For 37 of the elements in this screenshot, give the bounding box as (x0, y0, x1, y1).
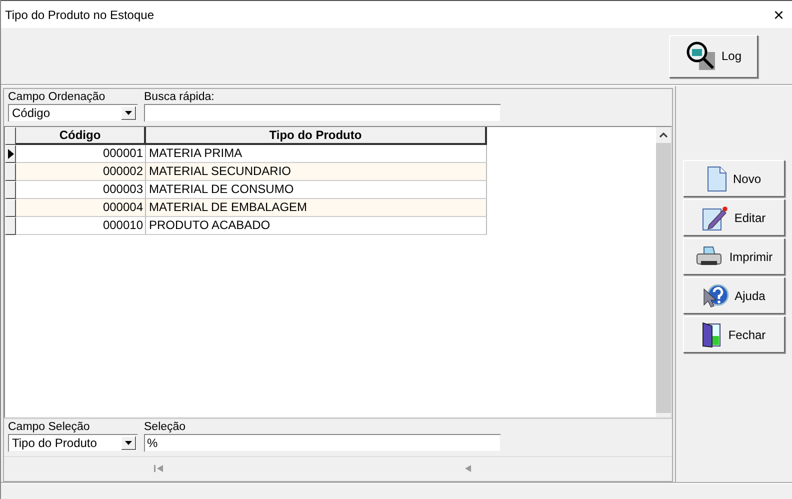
help-icon (702, 282, 729, 308)
print-button[interactable]: Imprimir (683, 238, 785, 275)
edit-button[interactable]: Editar (683, 199, 785, 236)
table-cell: MATERIAL SECUNDARIO (146, 163, 487, 181)
table-cell: 000004 (16, 199, 146, 217)
selection-field-dropdown[interactable]: Tipo do Produto (8, 434, 138, 452)
field-label: Seleção (144, 421, 187, 434)
field-label: Busca rápida: (144, 91, 216, 104)
new-button[interactable]: Novo (683, 160, 785, 197)
table-cell: 000010 (16, 217, 146, 235)
close-button[interactable]: Fechar (683, 316, 785, 353)
table-cell: 000002 (16, 163, 146, 181)
log-button[interactable]: Log (669, 34, 758, 78)
scroll-up-icon[interactable] (659, 132, 668, 138)
row-indicator[interactable] (5, 163, 16, 181)
printer-icon (695, 246, 724, 268)
selection-field[interactable]: % (144, 434, 501, 452)
sort-field-dropdown[interactable]: Código (8, 104, 138, 122)
row-indicator[interactable] (5, 199, 16, 217)
row-indicator[interactable] (5, 217, 16, 235)
field-label: Campo Ordenação (8, 91, 106, 104)
quick-search-field[interactable] (144, 104, 501, 122)
row-indicator[interactable] (5, 145, 16, 163)
scrollbar[interactable] (656, 127, 671, 417)
column-header[interactable]: Código (16, 127, 146, 145)
window-title: Tipo do Produto no Estoque (5, 8, 154, 22)
table-cell: PRODUTO ACABADO (146, 217, 487, 235)
magnifier-icon (685, 40, 718, 72)
document-icon (706, 166, 727, 192)
row-indicator[interactable] (5, 181, 16, 199)
table-cell: MATERIAL DE EMBALAGEM (146, 199, 487, 217)
door-icon (702, 322, 722, 348)
field-label: Campo Seleção (8, 421, 91, 434)
column-header[interactable]: Tipo do Produto (146, 127, 487, 145)
close-button[interactable]: × (765, 4, 792, 24)
pencil-on-page-icon (702, 204, 728, 230)
help-button[interactable]: Ajuda (683, 277, 785, 314)
